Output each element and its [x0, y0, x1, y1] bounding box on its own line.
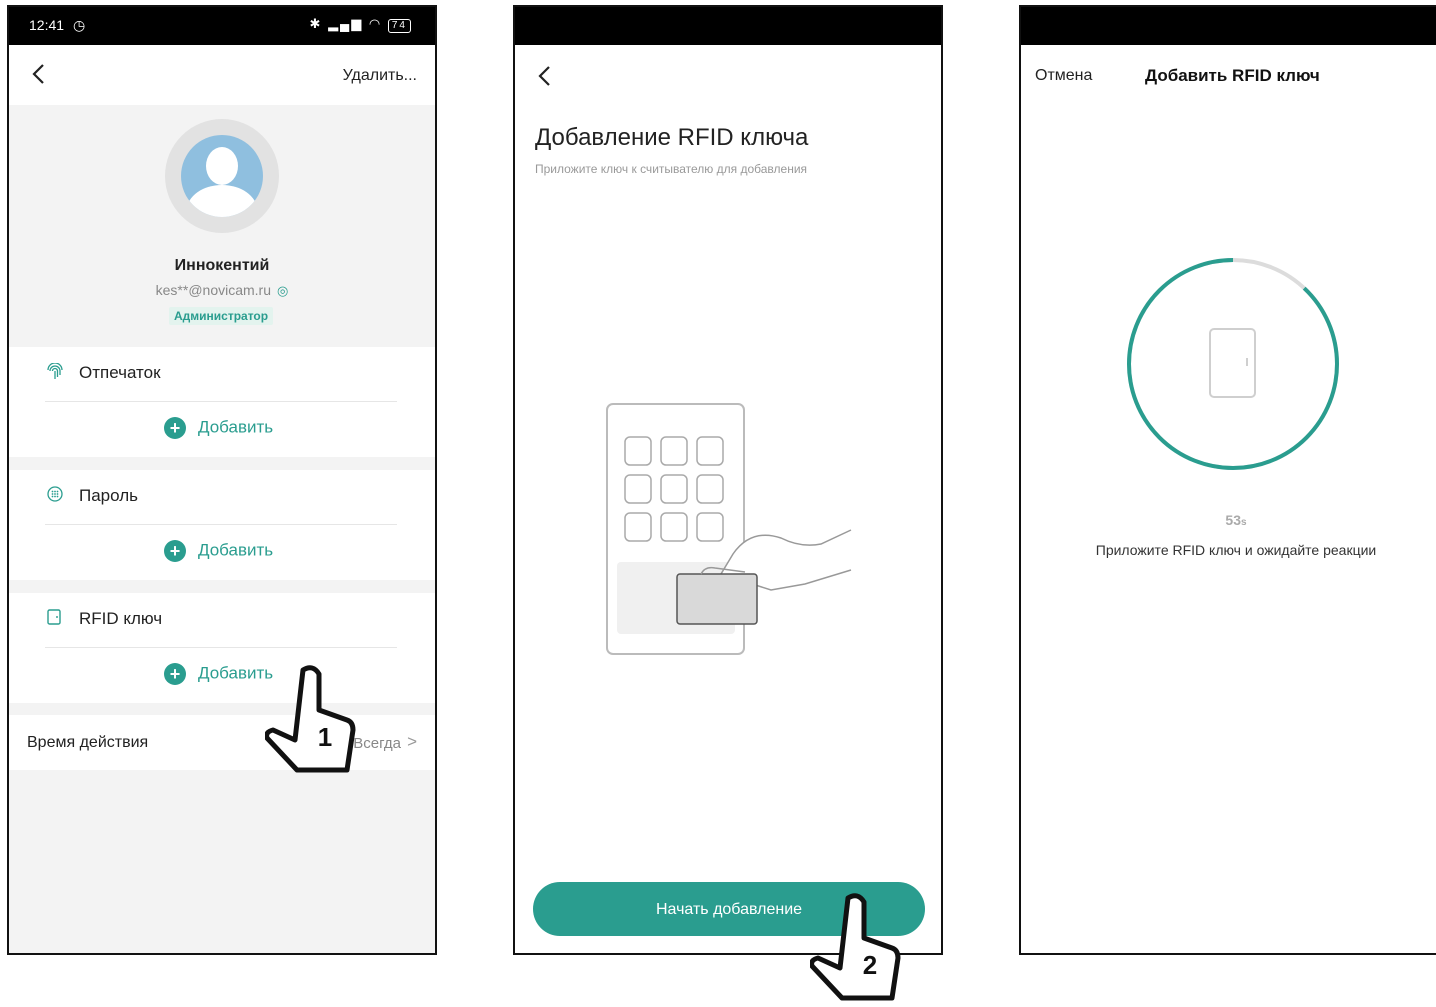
rfid-card-icon — [47, 609, 61, 630]
fingerprint-icon — [47, 362, 63, 386]
delete-user-button[interactable]: Удалить... — [343, 67, 417, 85]
add-label: Добавить — [198, 417, 274, 437]
section-label: RFID ключ — [79, 609, 163, 628]
countdown-unit: s — [1241, 517, 1247, 528]
wifi-icon: ◠ — [368, 16, 383, 31]
user-email-row: kes**@novicam.ru ◎ — [9, 282, 435, 299]
step-number: 2 — [863, 950, 877, 980]
section-fingerprint: Отпечаток + Добавить — [9, 347, 435, 457]
step-number: 1 — [318, 722, 332, 752]
back-arrow-icon[interactable] — [533, 63, 559, 89]
pointing-hand-icon: 2 — [809, 893, 901, 1001]
screen-add-rfid-waiting: Отмена Добавить RFID ключ 53s Приложите … — [1019, 5, 1436, 955]
section-rfid: RFID ключ + Добавить — [9, 593, 435, 703]
section-label: Отпечаток — [79, 363, 161, 382]
cancel-button[interactable]: Отмена — [1035, 67, 1092, 85]
chevron-right-icon: > — [407, 732, 417, 751]
page-subtitle: Приложите ключ к считывателю для добавле… — [535, 162, 808, 176]
instruction-text: Приложите RFID ключ и ожидайте реакции — [1095, 542, 1377, 558]
screen-add-rfid-intro: Добавление RFID ключа Приложите ключ к с… — [513, 5, 943, 955]
door-icon — [1209, 328, 1256, 398]
back-arrow-icon[interactable] — [27, 61, 53, 87]
top-bar: Удалить... — [9, 45, 435, 105]
battery-icon: 74 — [387, 19, 411, 33]
divider — [45, 647, 397, 648]
add-fingerprint-button[interactable]: + Добавить — [164, 417, 273, 439]
add-rfid-button[interactable]: + Добавить — [164, 663, 273, 685]
signal-icon: ▂▄▆ — [328, 16, 364, 31]
validity-label: Время действия — [27, 734, 149, 751]
hidden-eye-icon[interactable]: ◎ — [277, 283, 288, 298]
status-time: 12:41 — [29, 17, 65, 33]
plus-circle-icon: + — [164, 417, 186, 439]
step-2-pointer: 2 — [809, 890, 910, 1007]
add-label: Добавить — [198, 663, 274, 683]
avatar-silhouette-icon — [181, 135, 263, 217]
page-title: Добавить RFID ключ — [1145, 66, 1320, 85]
countdown-ring — [1127, 258, 1339, 470]
pointing-hand-icon: 1 — [264, 665, 356, 773]
keypad-icon — [47, 486, 63, 507]
user-profile-card: Иннокентий kes**@novicam.ru ◎ Администрат… — [9, 105, 435, 347]
section-label: Пароль — [79, 486, 138, 505]
add-label: Добавить — [198, 540, 274, 560]
divider — [45, 524, 397, 525]
add-password-button[interactable]: + Добавить — [164, 540, 273, 562]
screen-user-profile: 12:41 ◷ ✱ ▂▄▆ ◠ 74 Удалить... Иннокентий… — [7, 5, 437, 955]
status-bar — [515, 7, 941, 45]
rfid-reader-illustration-icon — [606, 403, 852, 655]
alarm-icon: ◷ — [73, 17, 86, 33]
step-1-pointer: 1 — [264, 662, 365, 779]
countdown-timer: 53s — [1021, 512, 1436, 528]
plus-circle-icon: + — [164, 540, 186, 562]
status-icons: ✱ ▂▄▆ ◠ 74 — [310, 16, 411, 33]
status-bar — [1021, 7, 1436, 45]
divider — [45, 401, 397, 402]
role-badge: Администратор — [169, 307, 274, 325]
page-title: Добавление RFID ключа — [535, 124, 809, 151]
section-password: Пароль + Добавить — [9, 470, 435, 580]
bluetooth-icon: ✱ — [309, 16, 323, 31]
user-name: Иннокентий — [174, 257, 270, 274]
countdown-value: 53 — [1225, 512, 1241, 528]
avatar — [165, 119, 279, 233]
user-email: kes**@novicam.ru — [155, 282, 272, 298]
validity-row[interactable]: Время действия Всегда > — [9, 715, 435, 770]
plus-circle-icon: + — [164, 663, 186, 685]
status-bar: 12:41 ◷ ✱ ▂▄▆ ◠ 74 — [9, 7, 435, 45]
